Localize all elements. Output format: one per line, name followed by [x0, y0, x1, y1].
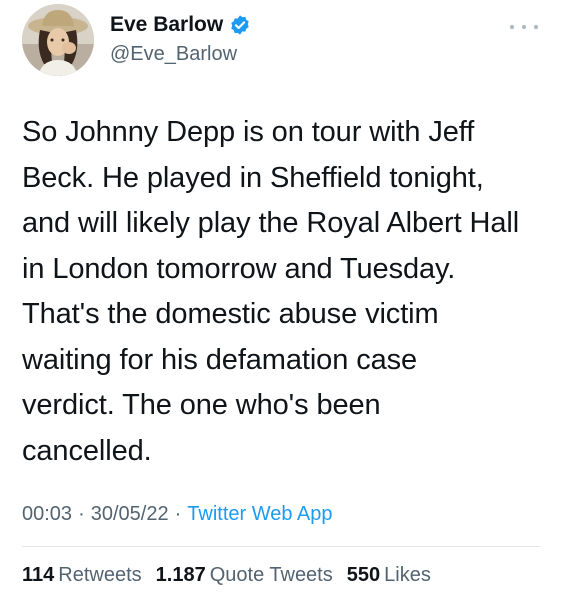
retweets-stat[interactable]: 114 Retweets [22, 562, 142, 588]
more-dot [522, 25, 526, 29]
quote-tweets-label: Quote Tweets [209, 564, 333, 586]
tweet-time[interactable]: 00:03 [22, 503, 72, 525]
avatar[interactable] [22, 4, 94, 76]
likes-count: 550 [346, 564, 381, 586]
quote-tweets-stat[interactable]: 1.187 Quote Tweets [156, 562, 333, 588]
name-row: Eve Barlow [110, 12, 251, 38]
meta-separator: · [78, 503, 85, 525]
tweet-stats: 114 Retweets 1.187 Quote Tweets 550 Likes [22, 562, 431, 588]
retweets-label: Retweets [58, 564, 142, 586]
tweet-date[interactable]: 30/05/22 [91, 503, 169, 525]
user-handle[interactable]: @Eve_Barlow [110, 41, 237, 67]
more-options-icon[interactable] [510, 22, 538, 32]
profile-photo-icon [22, 4, 94, 76]
likes-stat[interactable]: 550 Likes [347, 562, 431, 588]
retweets-count: 114 [22, 564, 55, 586]
tweet-meta: 00:03 · 30/05/22 · Twitter Web App [22, 500, 333, 528]
more-dot [534, 25, 538, 29]
tweet-text: So Johnny Depp is on tour with Jeff Beck… [22, 116, 520, 467]
meta-separator: · [174, 503, 182, 525]
likes-label: Likes [384, 564, 431, 586]
verified-badge-icon [229, 14, 251, 36]
tweet-card: Eve Barlow @Eve_Barlow So Johnny Depp is… [0, 0, 562, 600]
display-name[interactable]: Eve Barlow [110, 12, 223, 38]
divider [22, 546, 540, 547]
more-dot [510, 25, 514, 29]
quote-tweets-count: 1.187 [155, 564, 206, 586]
tweet-source-link[interactable]: Twitter Web App [187, 503, 332, 525]
